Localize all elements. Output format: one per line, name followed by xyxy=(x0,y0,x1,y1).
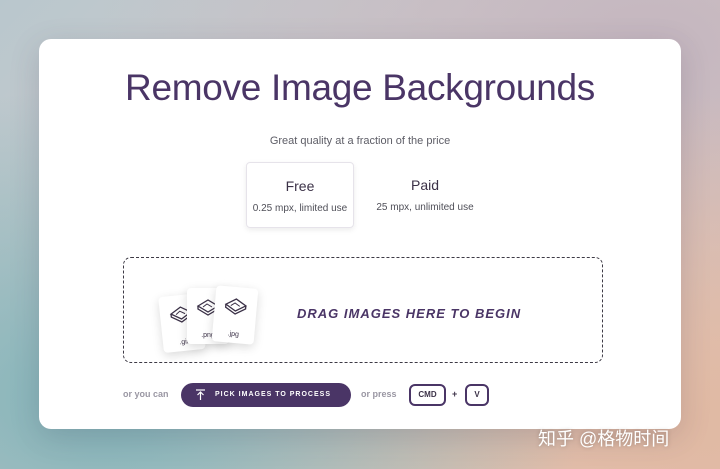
v-key: V xyxy=(465,384,489,406)
pick-images-button[interactable]: PICK IMAGES TO PROCESS xyxy=(181,383,351,407)
main-card: Remove Image Backgrounds Great quality a… xyxy=(39,39,681,429)
or-you-can-text: or you can xyxy=(123,389,169,399)
image-dropzone[interactable]: .gif .png .jpg DRAG IMAGES HERE TO BEGIN xyxy=(123,257,603,363)
plus-sign: + xyxy=(452,389,458,399)
page-subtitle: Great quality at a fraction of the price xyxy=(269,135,451,147)
upload-arrow-icon xyxy=(195,389,206,403)
or-press-text: or press xyxy=(361,389,397,399)
plan-paid-option[interactable]: Paid 25 mpx, unlimited use xyxy=(369,162,481,228)
plan-paid-description: 25 mpx, unlimited use xyxy=(376,202,474,213)
plan-free-option[interactable]: Free 0.25 mpx, limited use xyxy=(246,162,354,228)
jpg-file-icon: .jpg xyxy=(211,285,259,345)
plan-free-description: 0.25 mpx, limited use xyxy=(252,203,348,214)
jpg-file-label: .jpg xyxy=(227,330,240,339)
plan-paid-name: Paid xyxy=(410,177,440,193)
upload-actions: or you can PICK IMAGES TO PROCESS or pre… xyxy=(39,383,681,407)
cmd-key: CMD xyxy=(409,384,446,406)
page-title: Remove Image Backgrounds xyxy=(125,67,595,108)
pick-images-label: PICK IMAGES TO PROCESS xyxy=(215,391,331,398)
plan-free-name: Free xyxy=(285,178,315,194)
watermark: 知乎 @格物时间 xyxy=(538,429,670,449)
dropzone-label: DRAG IMAGES HERE TO BEGIN xyxy=(297,306,522,321)
